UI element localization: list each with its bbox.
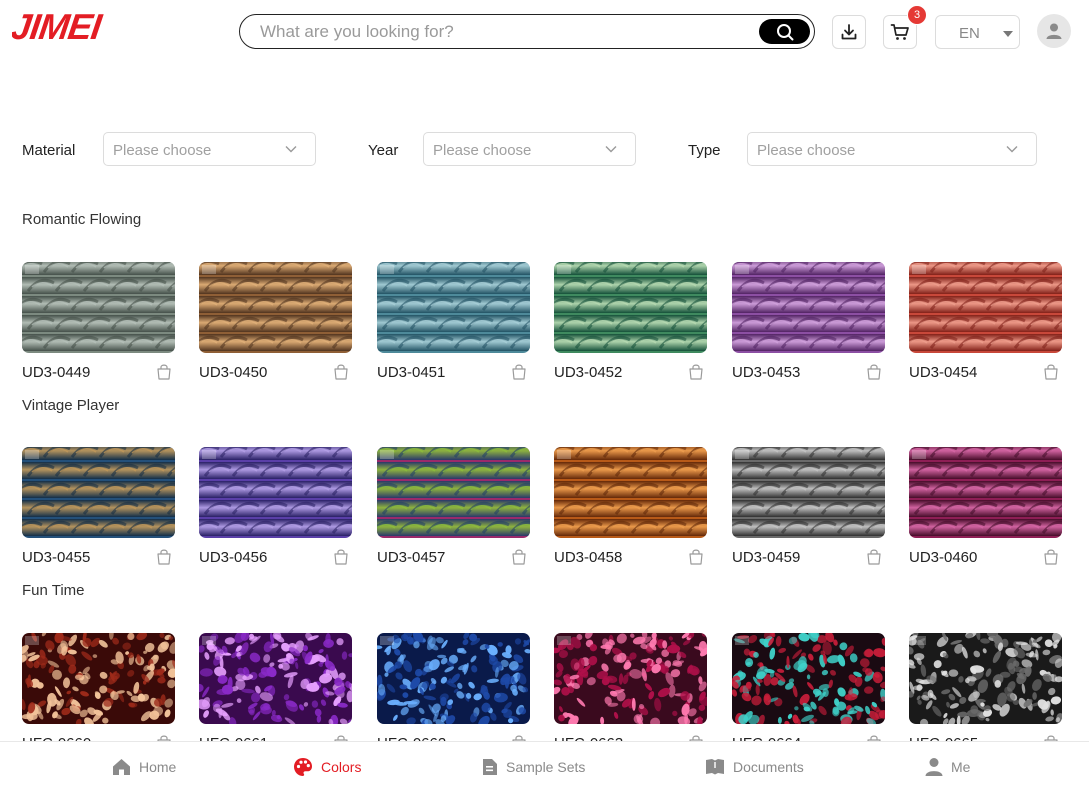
- section-title: Vintage Player: [22, 397, 120, 414]
- nav-label: Documents: [733, 758, 804, 775]
- download-button[interactable]: [832, 15, 866, 49]
- palette-icon: [294, 757, 312, 776]
- language-select[interactable]: EN: [935, 15, 1020, 49]
- nav-label: Me: [951, 758, 971, 775]
- cart-count-badge: 3: [907, 5, 927, 25]
- color-swatch[interactable]: [909, 633, 1062, 724]
- shopping-bag-icon[interactable]: [333, 363, 349, 380]
- shopping-bag-icon[interactable]: [688, 363, 704, 380]
- color-swatch[interactable]: [554, 633, 707, 724]
- nav-item-documents[interactable]: Documents: [705, 742, 804, 790]
- color-swatch[interactable]: [554, 262, 707, 353]
- color-swatch[interactable]: [199, 633, 352, 724]
- color-code: UD3-0449: [22, 364, 91, 381]
- color-code: UD3-0455: [22, 549, 91, 566]
- type-label: Type: [688, 142, 721, 159]
- type-select[interactable]: Please choose: [747, 132, 1037, 166]
- nav-item-colors[interactable]: Colors: [293, 742, 361, 790]
- chevron-down-icon: [605, 146, 617, 153]
- color-code: UD3-0454: [909, 364, 978, 381]
- color-swatch[interactable]: [22, 633, 175, 724]
- shopping-bag-icon[interactable]: [1043, 548, 1059, 565]
- download-icon: [841, 24, 857, 40]
- color-code: UD3-0457: [377, 549, 446, 566]
- section-title: Romantic Flowing: [22, 211, 142, 228]
- cart-icon: [890, 24, 909, 40]
- chevron-down-icon: [285, 146, 297, 153]
- color-swatch[interactable]: [732, 633, 885, 724]
- search-bar: [239, 14, 815, 49]
- home-icon: [113, 758, 130, 775]
- color-code: UD3-0451: [377, 364, 446, 381]
- user-icon: [925, 757, 943, 776]
- color-swatch[interactable]: [554, 447, 707, 538]
- shopping-bag-icon[interactable]: [866, 548, 882, 565]
- color-swatch[interactable]: [199, 447, 352, 538]
- color-code: UD3-0456: [199, 549, 268, 566]
- search-button[interactable]: [759, 19, 810, 44]
- avatar[interactable]: [1037, 14, 1071, 48]
- shopping-bag-icon[interactable]: [156, 363, 172, 380]
- nav-label: Home: [139, 758, 177, 775]
- color-swatch[interactable]: [199, 262, 352, 353]
- header: JIMEI 3 EN: [0, 0, 1089, 66]
- color-code: UD3-0458: [554, 549, 623, 566]
- color-code: UD3-0450: [199, 364, 268, 381]
- nav-label: Colors: [321, 758, 362, 775]
- year-placeholder: Please choose: [433, 142, 532, 159]
- color-swatch[interactable]: [22, 447, 175, 538]
- color-swatch[interactable]: [732, 447, 885, 538]
- nav-item-home[interactable]: Home: [112, 742, 176, 790]
- nav-label: Sample Sets: [506, 758, 586, 775]
- shopping-bag-icon[interactable]: [511, 548, 527, 565]
- bottom-nav: Home Colors Sample Sets Documents Me: [0, 741, 1089, 790]
- chevron-down-icon: [1006, 146, 1018, 153]
- search-input[interactable]: [260, 20, 740, 44]
- color-swatch[interactable]: [377, 633, 530, 724]
- material-select[interactable]: Please choose: [103, 132, 316, 166]
- shopping-bag-icon[interactable]: [1043, 363, 1059, 380]
- section-title: Fun Time: [22, 582, 85, 599]
- shopping-bag-icon[interactable]: [156, 548, 172, 565]
- material-placeholder: Please choose: [113, 142, 212, 159]
- user-icon: [1046, 23, 1062, 39]
- caret-down-icon: [1003, 31, 1013, 37]
- nav-item-me[interactable]: Me: [925, 742, 970, 790]
- color-swatch[interactable]: [909, 262, 1062, 353]
- material-label: Material: [22, 142, 76, 159]
- color-code: UD3-0459: [732, 549, 801, 566]
- sample-sets-icon: [483, 758, 497, 775]
- language-value: EN: [959, 25, 980, 42]
- color-swatch[interactable]: [377, 447, 530, 538]
- nav-item-sample-sets[interactable]: Sample Sets: [481, 742, 585, 790]
- year-select[interactable]: Please choose: [423, 132, 636, 166]
- documents-icon: [706, 758, 724, 774]
- jimei-logo[interactable]: JIMEI: [9, 6, 128, 48]
- shopping-bag-icon[interactable]: [333, 548, 349, 565]
- color-swatch[interactable]: [22, 262, 175, 353]
- color-swatch[interactable]: [377, 262, 530, 353]
- color-code: UD3-0452: [554, 364, 623, 381]
- color-swatch[interactable]: [732, 262, 885, 353]
- shopping-bag-icon[interactable]: [688, 548, 704, 565]
- shopping-bag-icon[interactable]: [511, 363, 527, 380]
- type-placeholder: Please choose: [757, 142, 856, 159]
- year-label: Year: [368, 142, 399, 159]
- color-code: UD3-0460: [909, 549, 978, 566]
- shopping-bag-icon[interactable]: [866, 363, 882, 380]
- color-swatch[interactable]: [909, 447, 1062, 538]
- search-icon: [776, 23, 793, 40]
- color-code: UD3-0453: [732, 364, 801, 381]
- svg-text:JIMEI: JIMEI: [12, 8, 105, 47]
